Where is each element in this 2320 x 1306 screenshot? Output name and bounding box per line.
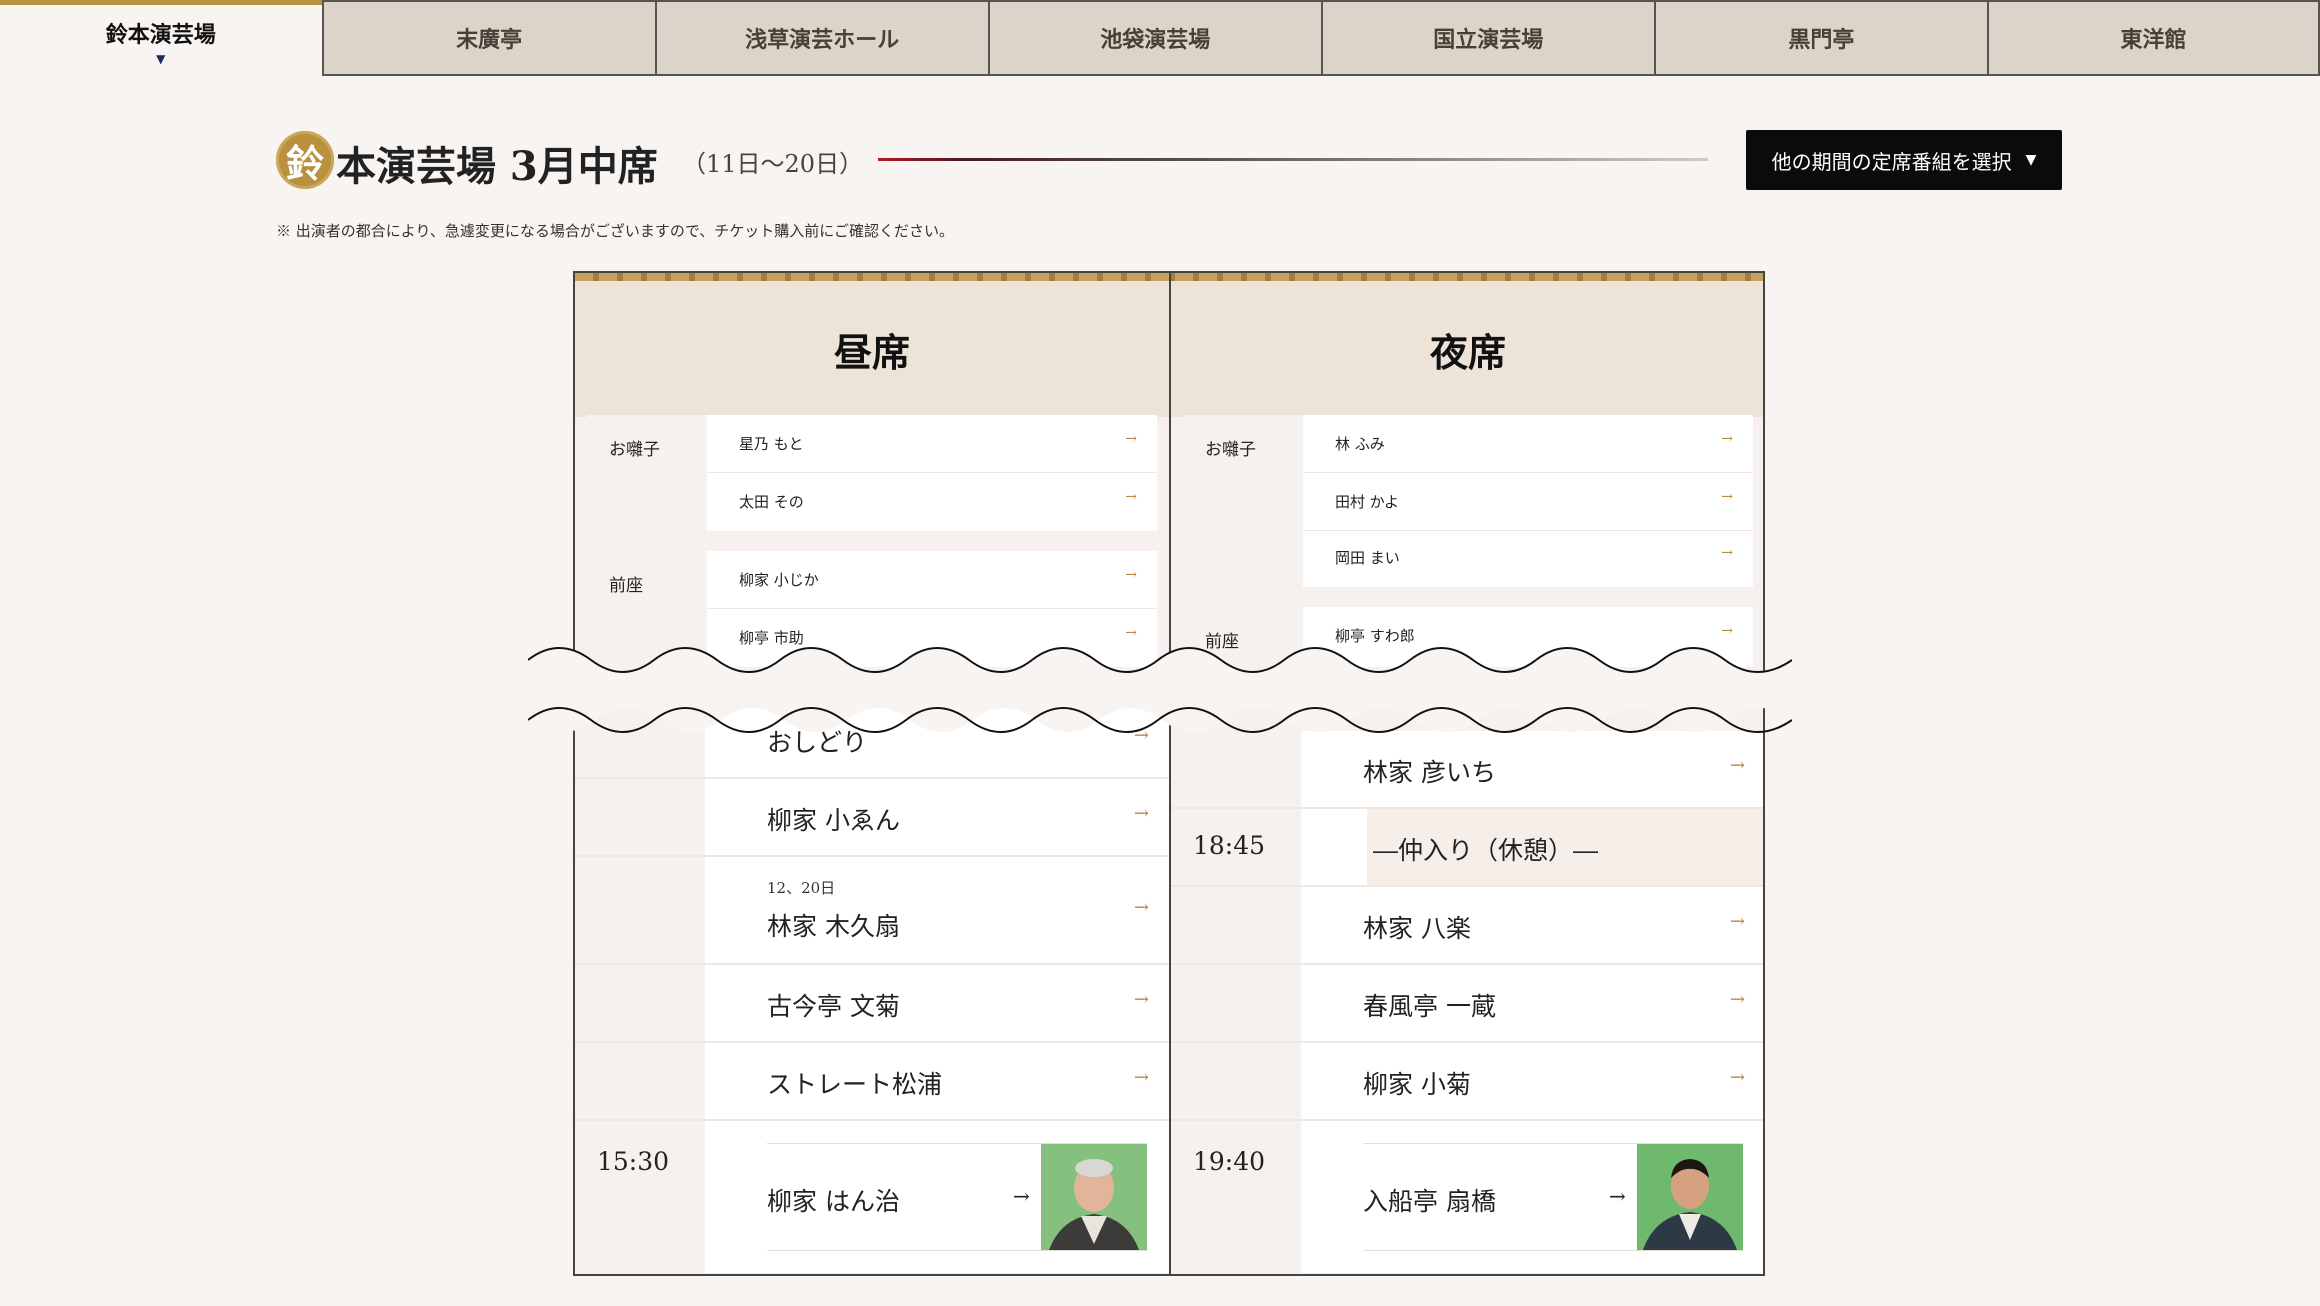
- list-item[interactable]: 星乃 もと →: [707, 415, 1157, 473]
- period-label: （11日〜20日）: [682, 150, 864, 178]
- tab-suehirotei[interactable]: 末廣亭: [321, 0, 655, 76]
- performer-name: 古今亭 文菊: [767, 992, 900, 1021]
- performer-name: ストレート松浦: [767, 1070, 943, 1099]
- tab-kuromontei[interactable]: 黒門亭: [1653, 0, 1987, 76]
- performer-name: 林家 木久扇: [767, 912, 900, 941]
- closing-act-row: 19:40 入船亭 扇橋 →: [1171, 1121, 1763, 1273]
- page-header: 鈴 本演芸場 3月中席 （11日〜20日） 他の期間の定席番組を選択 ▼: [276, 128, 2066, 198]
- performer-name: 岡田 まい: [1335, 549, 1400, 567]
- act-row[interactable]: 柳家 小ゑん →: [575, 779, 1169, 857]
- tab-kokuritsu[interactable]: 国立演芸場: [1320, 0, 1654, 76]
- performer-photo: [1041, 1144, 1147, 1250]
- act-row[interactable]: 12、20日 林家 木久扇 →: [575, 857, 1169, 965]
- notice-text: ※ 出演者の都合により、急遽変更になる場合がございますので、チケット購入前にご確…: [276, 222, 954, 240]
- arrow-right-icon: →: [1729, 1067, 1745, 1088]
- day-column: 昼席 お囃子 星乃 もと → 太田 その → 前座 柳家 小じか → 柳亭 市助…: [575, 273, 1169, 1274]
- start-time: 18:45: [1193, 831, 1266, 860]
- active-caret-icon: ▼: [156, 51, 166, 66]
- night-ohayashi-group: お囃子 林 ふみ → 田村 かよ → 岡田 まい →: [1183, 415, 1753, 587]
- title-rule: [878, 158, 1708, 161]
- arrow-right-icon: →: [1125, 625, 1137, 641]
- performer-name: 柳家 はん治: [767, 1187, 900, 1216]
- ohayashi-label: お囃子: [1205, 440, 1256, 460]
- performer-name: 林 ふみ: [1335, 435, 1385, 453]
- performer-name: 林家 八楽: [1363, 914, 1471, 943]
- arrow-right-icon: →: [1729, 911, 1745, 932]
- arrow-right-icon: →: [1721, 623, 1733, 639]
- tab-label: 鈴本演芸場: [105, 21, 216, 48]
- zenza-label: 前座: [609, 576, 643, 596]
- ohayashi-label: お囃子: [609, 440, 660, 460]
- list-item[interactable]: 岡田 まい →: [1303, 529, 1753, 587]
- act-row[interactable]: ストレート松浦 →: [575, 1043, 1169, 1121]
- performer-name: 柳家 小じか: [739, 571, 819, 589]
- act-row[interactable]: 春風亭 一蔵 →: [1171, 965, 1763, 1043]
- arrow-right-icon: →: [1125, 567, 1137, 583]
- arrow-right-icon: →: [1133, 803, 1149, 824]
- arrow-right-icon: →: [1133, 897, 1149, 918]
- intermission-label: ―仲入り（休憩）―: [1373, 836, 1599, 865]
- act-row[interactable]: 柳家 小菊 →: [1171, 1043, 1763, 1121]
- tab-label: 池袋演芸場: [1100, 27, 1211, 53]
- tab-suzumoto[interactable]: 鈴本演芸場 ▼: [0, 0, 322, 76]
- intermission-row: 18:45 ―仲入り（休憩）―: [1171, 809, 1763, 887]
- start-time: 15:30: [597, 1147, 670, 1176]
- performer-name: 柳家 小ゑん: [767, 806, 900, 835]
- tab-asakusa[interactable]: 浅草演芸ホール: [654, 0, 988, 76]
- tab-label: 東洋館: [2120, 27, 2187, 53]
- program-table: 昼席 お囃子 星乃 もと → 太田 その → 前座 柳家 小じか → 柳亭 市助…: [573, 271, 1765, 1276]
- arrow-right-icon: →: [1729, 755, 1745, 776]
- tab-label: 国立演芸場: [1433, 27, 1544, 53]
- wave-cut-separator: [528, 647, 1792, 733]
- start-time: 19:40: [1193, 1147, 1266, 1176]
- arrow-right-icon: →: [1721, 545, 1733, 561]
- arrow-right-icon: →: [1013, 1184, 1030, 1208]
- performer-name: 林家 彦いち: [1363, 758, 1496, 787]
- performer-photo: [1637, 1144, 1743, 1250]
- tab-label: 浅草演芸ホール: [745, 27, 900, 53]
- list-item[interactable]: 太田 その →: [707, 473, 1157, 531]
- arrow-right-icon: →: [1729, 989, 1745, 1010]
- list-item[interactable]: 林 ふみ →: [1303, 415, 1753, 473]
- performer-name: 春風亭 一蔵: [1363, 992, 1496, 1021]
- list-item[interactable]: 柳家 小じか →: [707, 551, 1157, 609]
- performer-name: 星乃 もと: [739, 435, 804, 453]
- tab-label: 黒門亭: [1788, 27, 1855, 53]
- act-row[interactable]: 林家 八楽 →: [1171, 887, 1763, 965]
- arrow-right-icon: →: [1133, 1067, 1149, 1088]
- arrow-right-icon: →: [1721, 431, 1733, 447]
- day-heading: 昼席: [575, 281, 1169, 417]
- page-title: 本演芸場 3月中席: [336, 143, 658, 190]
- select-period-label: 他の期間の定席番組を選択: [1771, 149, 2012, 174]
- act-row[interactable]: 古今亭 文菊 →: [575, 965, 1169, 1043]
- tab-ikebukuro[interactable]: 池袋演芸場: [987, 0, 1321, 76]
- performer-name: 柳家 小菊: [1363, 1070, 1471, 1099]
- night-heading: 夜席: [1171, 281, 1763, 417]
- tab-label: 末廣亭: [456, 27, 523, 53]
- performer-name: 太田 その: [739, 493, 804, 511]
- act-date: 12、20日: [767, 879, 836, 897]
- arrow-right-icon: →: [1721, 489, 1733, 505]
- dropdown-triangle-icon: ▼: [2025, 152, 2037, 168]
- arrow-right-icon: →: [1125, 489, 1137, 505]
- act-row[interactable]: 林家 彦いち →: [1171, 731, 1763, 809]
- theater-badge-icon: 鈴: [276, 131, 334, 189]
- day-ohayashi-group: お囃子 星乃 もと → 太田 その →: [587, 415, 1157, 531]
- closing-act-row: 15:30 柳家 はん治 →: [575, 1121, 1169, 1273]
- tab-toyokan[interactable]: 東洋館: [1986, 0, 2320, 76]
- select-period-button[interactable]: 他の期間の定席番組を選択 ▼: [1746, 130, 2062, 190]
- arrow-right-icon: →: [1125, 431, 1137, 447]
- closing-performer-card[interactable]: 柳家 はん治 →: [767, 1143, 1147, 1251]
- performer-name: 入船亭 扇橋: [1363, 1187, 1496, 1216]
- arrow-right-icon: →: [1133, 989, 1149, 1010]
- theater-tabs: 鈴本演芸場 ▼ 末廣亭 浅草演芸ホール 池袋演芸場 国立演芸場 黒門亭 東洋館: [0, 0, 2320, 78]
- arrow-right-icon: →: [1609, 1184, 1626, 1208]
- performer-name: 田村 かよ: [1335, 493, 1400, 511]
- list-item[interactable]: 田村 かよ →: [1303, 473, 1753, 531]
- night-column: 夜席 お囃子 林 ふみ → 田村 かよ → 岡田 まい → 前座 柳亭 すわ郎 …: [1171, 273, 1763, 1274]
- closing-performer-card[interactable]: 入船亭 扇橋 →: [1363, 1143, 1743, 1251]
